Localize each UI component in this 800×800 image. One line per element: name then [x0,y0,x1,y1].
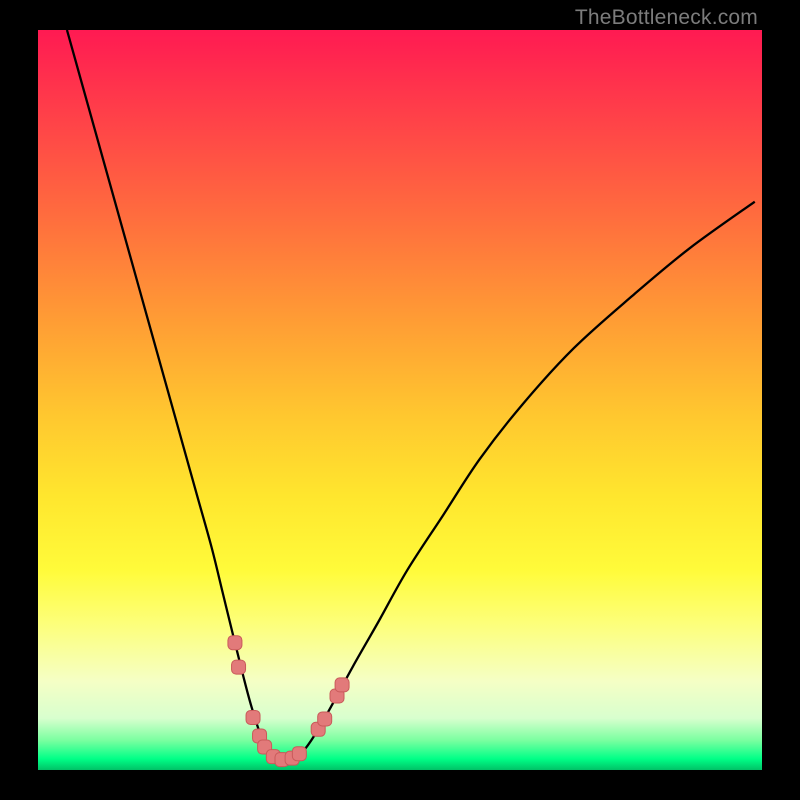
chart-frame: TheBottleneck.com [0,0,800,800]
watermark-text: TheBottleneck.com [575,6,758,30]
plot-area [38,30,762,770]
